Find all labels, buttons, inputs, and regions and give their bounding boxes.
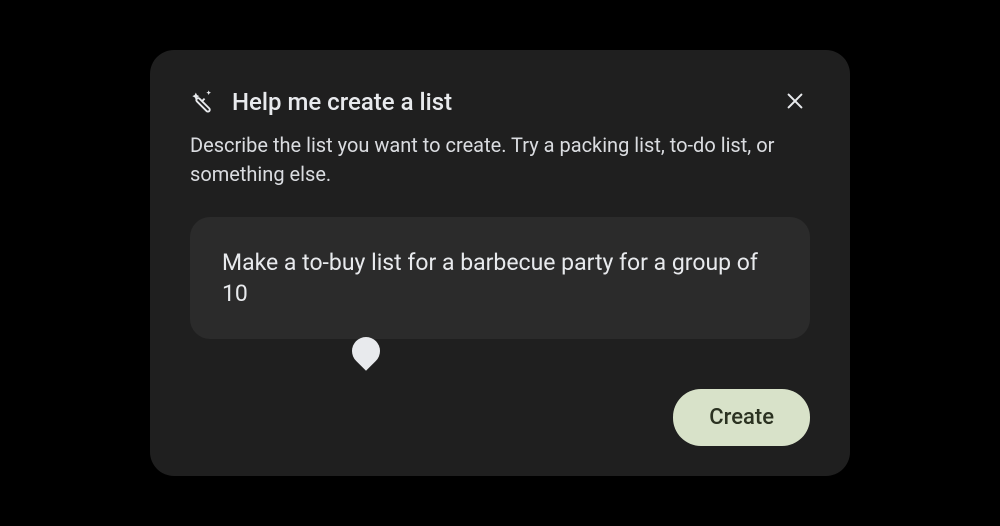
input-wrap: Make a to-buy list for a barbecue party …	[190, 217, 810, 343]
close-icon	[784, 90, 806, 115]
magic-wand-icon	[190, 88, 218, 116]
actions-row: Create	[190, 389, 810, 446]
create-button[interactable]: Create	[673, 389, 810, 446]
prompt-input[interactable]: Make a to-buy list for a barbecue party …	[190, 217, 810, 339]
title-group: Help me create a list	[190, 88, 452, 116]
panel-title: Help me create a list	[232, 88, 452, 116]
close-button[interactable]	[780, 86, 810, 119]
panel-subtitle: Describe the list you want to create. Tr…	[190, 131, 810, 189]
create-list-panel: Help me create a list Describe the list …	[150, 50, 850, 476]
panel-header: Help me create a list	[190, 86, 810, 119]
